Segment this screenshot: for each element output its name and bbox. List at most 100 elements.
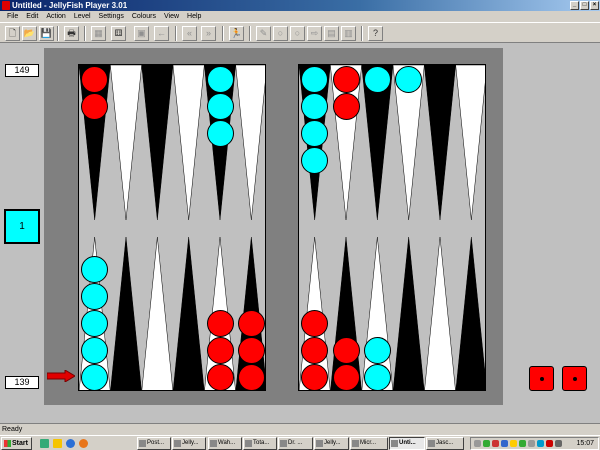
point-bottom-5[interactable] bbox=[424, 236, 456, 391]
tray-icon[interactable] bbox=[483, 440, 490, 447]
taskbar-task[interactable]: Post... bbox=[137, 437, 171, 450]
red-checker[interactable] bbox=[332, 66, 360, 93]
print-icon[interactable]: 🖶 bbox=[64, 26, 79, 41]
firefox-icon[interactable] bbox=[79, 439, 88, 448]
menu-view[interactable]: View bbox=[160, 11, 183, 22]
taskbar-task[interactable]: Unti... bbox=[389, 437, 425, 450]
tray-icon[interactable] bbox=[546, 440, 553, 447]
tray-icon[interactable] bbox=[555, 440, 562, 447]
undo-icon[interactable]: ← bbox=[154, 26, 169, 41]
point-bottom-3[interactable] bbox=[141, 236, 174, 391]
menu-colours[interactable]: Colours bbox=[128, 11, 160, 22]
cyan-checker[interactable] bbox=[81, 283, 109, 310]
red-checker[interactable] bbox=[237, 364, 265, 390]
table-icon[interactable]: ▥ bbox=[341, 26, 356, 41]
close-button[interactable]: × bbox=[590, 1, 599, 10]
doubling-cube[interactable]: 1 bbox=[4, 209, 40, 244]
red-checker[interactable] bbox=[81, 66, 109, 93]
taskbar-task[interactable]: Jelly... bbox=[172, 437, 206, 450]
tray-icon[interactable] bbox=[501, 440, 508, 447]
outlook-icon[interactable] bbox=[53, 439, 62, 448]
die-2[interactable] bbox=[562, 366, 587, 391]
point-top-3[interactable] bbox=[141, 65, 174, 221]
point-top-6[interactable] bbox=[455, 65, 486, 221]
start-button[interactable]: Start bbox=[1, 437, 32, 450]
red-checker[interactable] bbox=[332, 93, 360, 120]
taskbar-task[interactable]: Jelly... bbox=[314, 437, 349, 450]
menu-edit[interactable]: Edit bbox=[22, 11, 42, 22]
cyan-checker[interactable] bbox=[81, 337, 109, 364]
point-bottom-2[interactable] bbox=[110, 236, 142, 391]
cyan-checker[interactable] bbox=[81, 256, 109, 283]
cyan-checker[interactable] bbox=[301, 147, 329, 174]
red-checker[interactable] bbox=[332, 364, 360, 390]
ie-icon[interactable] bbox=[66, 439, 75, 448]
tray-icon[interactable] bbox=[537, 440, 544, 447]
menu-help[interactable]: Help bbox=[183, 11, 205, 22]
red-checker[interactable] bbox=[301, 337, 329, 364]
menu-settings[interactable]: Settings bbox=[95, 11, 128, 22]
tray-icon[interactable] bbox=[474, 440, 481, 447]
roll-dice-icon[interactable]: ⚅ bbox=[111, 26, 126, 41]
save-icon[interactable]: 💾 bbox=[39, 26, 54, 41]
taskbar-task[interactable]: Tota... bbox=[243, 437, 277, 450]
cyan-checker[interactable] bbox=[81, 364, 109, 390]
point-top-2[interactable] bbox=[110, 65, 142, 221]
point-bottom-6[interactable] bbox=[455, 236, 486, 391]
cyan-checker[interactable] bbox=[301, 120, 329, 147]
red-checker[interactable] bbox=[206, 310, 234, 337]
point-top-6[interactable] bbox=[235, 65, 266, 221]
red-checker[interactable] bbox=[206, 364, 234, 390]
point-top-5[interactable] bbox=[424, 65, 456, 221]
cyan-checker[interactable] bbox=[301, 66, 329, 93]
point-bottom-4[interactable] bbox=[172, 236, 205, 391]
arrow-right-icon[interactable]: ⇨ bbox=[307, 26, 322, 41]
cyan-checker[interactable] bbox=[363, 66, 391, 93]
circle-icon[interactable]: ○ bbox=[273, 26, 288, 41]
minimize-button[interactable]: _ bbox=[570, 1, 579, 10]
taskbar-task[interactable]: Dr. ... bbox=[278, 437, 313, 450]
maximize-button[interactable]: □ bbox=[580, 1, 589, 10]
runner-icon[interactable]: 🏃 bbox=[229, 26, 244, 41]
taskbar-task[interactable]: Micr... bbox=[350, 437, 388, 450]
menu-file[interactable]: File bbox=[3, 11, 22, 22]
cyan-checker[interactable] bbox=[206, 93, 234, 120]
cyan-checker[interactable] bbox=[395, 66, 423, 93]
point-top-4[interactable] bbox=[172, 65, 205, 221]
board-right-half[interactable] bbox=[298, 64, 486, 391]
red-checker[interactable] bbox=[81, 93, 109, 120]
circle-alt-icon[interactable]: ○ bbox=[290, 26, 305, 41]
tray-icon[interactable] bbox=[510, 440, 517, 447]
tray-icon[interactable] bbox=[519, 440, 526, 447]
cyan-checker[interactable] bbox=[363, 364, 391, 390]
cyan-checker[interactable] bbox=[301, 93, 329, 120]
die-1[interactable] bbox=[529, 366, 554, 391]
red-checker[interactable] bbox=[237, 337, 265, 364]
rewind-icon[interactable]: « bbox=[182, 26, 197, 41]
menu-level[interactable]: Level bbox=[70, 11, 95, 22]
red-checker[interactable] bbox=[332, 337, 360, 364]
desktop-icon[interactable] bbox=[40, 439, 49, 448]
hint-icon[interactable]: ? bbox=[368, 26, 383, 41]
tray-icon[interactable] bbox=[492, 440, 499, 447]
open-folder-icon[interactable]: 📂 bbox=[22, 26, 37, 41]
point-bottom-4[interactable] bbox=[392, 236, 425, 391]
taskbar-task[interactable]: Wah... bbox=[208, 437, 242, 450]
red-checker[interactable] bbox=[237, 310, 265, 337]
board-left-half[interactable] bbox=[78, 64, 266, 391]
red-checker[interactable] bbox=[301, 364, 329, 390]
red-checker[interactable] bbox=[301, 310, 329, 337]
cyan-checker[interactable] bbox=[206, 66, 234, 93]
cyan-checker[interactable] bbox=[206, 120, 234, 147]
cyan-checker[interactable] bbox=[81, 310, 109, 337]
board-icon[interactable]: ▦ bbox=[91, 26, 106, 41]
taskbar-task[interactable]: Jasc... bbox=[426, 437, 464, 450]
new-file-icon[interactable]: 🗋 bbox=[5, 26, 20, 41]
tray-icon[interactable] bbox=[528, 440, 535, 447]
pencil-icon[interactable]: ✎ bbox=[256, 26, 271, 41]
cyan-checker[interactable] bbox=[363, 337, 391, 364]
position-icon[interactable]: ▣ bbox=[134, 26, 149, 41]
fast-forward-icon[interactable]: » bbox=[201, 26, 216, 41]
grid-icon[interactable]: ▤ bbox=[324, 26, 339, 41]
red-checker[interactable] bbox=[206, 337, 234, 364]
